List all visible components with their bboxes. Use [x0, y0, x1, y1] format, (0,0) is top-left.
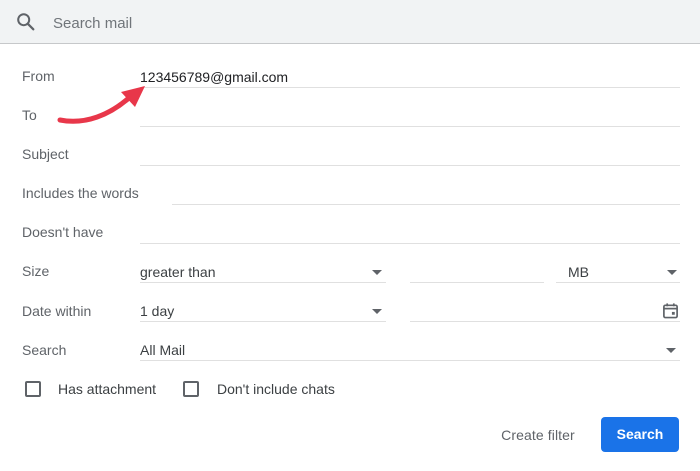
has-attachment-label[interactable]: Has attachment [58, 381, 156, 397]
doesnt-have-field[interactable] [140, 243, 680, 244]
size-operator-underline [140, 282, 386, 283]
includes-words-field[interactable] [172, 204, 680, 205]
search-icon[interactable] [15, 11, 37, 33]
date-field[interactable] [410, 321, 680, 322]
has-attachment-checkbox[interactable] [25, 381, 41, 397]
dont-include-chats-checkbox[interactable] [183, 381, 199, 397]
from-field-underline[interactable] [140, 87, 680, 88]
subject-label: Subject [22, 146, 69, 162]
calendar-icon[interactable] [662, 302, 679, 319]
search-in-underline [140, 360, 680, 361]
search-button[interactable]: Search [601, 417, 679, 452]
to-label: To [22, 107, 37, 123]
search-input[interactable] [53, 13, 653, 33]
size-operator-dropdown-icon[interactable] [372, 270, 382, 275]
annotation-arrow-icon [57, 86, 145, 124]
date-range-select[interactable]: 1 day [140, 303, 174, 319]
date-range-dropdown-icon[interactable] [372, 309, 382, 314]
size-operator-select[interactable]: greater than [140, 264, 216, 280]
date-range-underline [140, 321, 386, 322]
to-field[interactable] [140, 126, 680, 127]
size-value-field[interactable] [410, 282, 544, 283]
includes-words-label: Includes the words [22, 185, 139, 201]
from-field-value[interactable]: 123456789@gmail.com [140, 69, 288, 85]
create-filter-button[interactable]: Create filter [488, 420, 588, 450]
search-in-select[interactable]: All Mail [140, 342, 185, 358]
subject-field[interactable] [140, 165, 680, 166]
create-filter-label: Create filter [501, 427, 575, 443]
size-unit-underline [556, 282, 680, 283]
size-unit-dropdown-icon[interactable] [667, 270, 677, 275]
search-in-dropdown-icon[interactable] [666, 348, 676, 353]
date-within-label: Date within [22, 303, 92, 319]
search-bar [0, 0, 700, 44]
size-unit-select[interactable]: MB [568, 264, 589, 280]
search-in-label: Search [22, 342, 67, 358]
dont-include-chats-label[interactable]: Don't include chats [217, 381, 335, 397]
size-label: Size [22, 263, 50, 279]
from-label: From [22, 68, 55, 84]
doesnt-have-label: Doesn't have [22, 224, 104, 240]
